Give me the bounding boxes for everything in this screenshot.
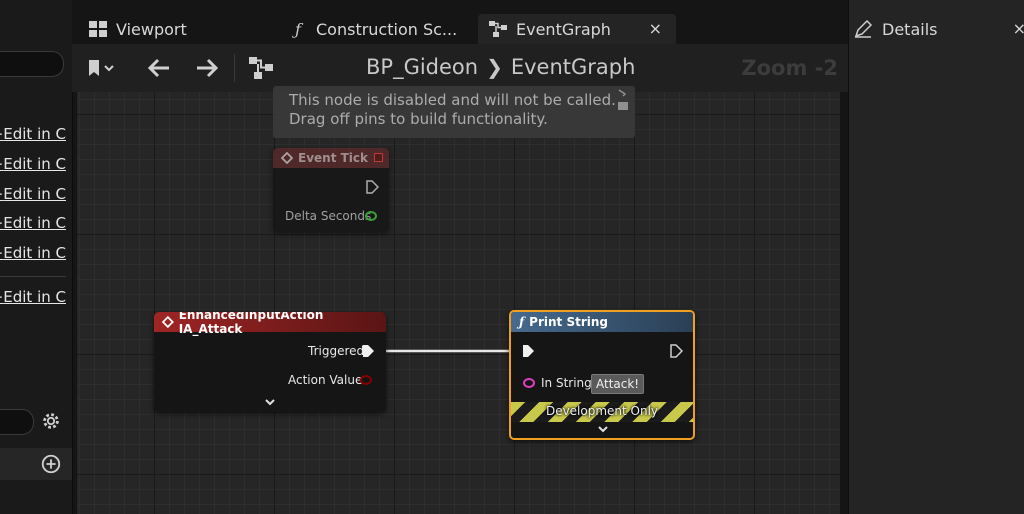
arrow-left-icon: [147, 58, 169, 78]
function-icon: ƒ: [519, 315, 525, 329]
pin-icon[interactable]: [615, 88, 631, 112]
close-icon[interactable]: ×: [649, 19, 662, 38]
breadcrumb-graph[interactable]: EventGraph: [511, 55, 636, 79]
tab-label: Construction Sc...: [316, 19, 458, 39]
pin-label: Triggered: [308, 344, 365, 358]
function-icon: ƒ: [295, 19, 301, 39]
tab-construction-script[interactable]: ƒ Construction Sc...: [278, 14, 468, 44]
chevron-right-icon: ❯: [486, 55, 503, 79]
tab-details[interactable]: Details ×: [848, 14, 1024, 44]
arrow-right-icon: [197, 58, 219, 78]
node-title: Print String: [529, 315, 608, 329]
graph-canvas[interactable]: [77, 92, 840, 514]
tab-eventgraph[interactable]: EventGraph ×: [478, 14, 676, 44]
print-string-node[interactable]: ƒ Print String In String Attack! Develop…: [509, 310, 695, 440]
node-title: EnhancedInputAction IA_Attack: [178, 312, 324, 336]
pin-label: Delta Seconds: [285, 209, 372, 223]
breadcrumb-blueprint[interactable]: BP_Gideon: [366, 55, 478, 79]
node-header: Event Tick: [273, 148, 389, 168]
edit-in-cpp-link[interactable]: Edit in C++: [0, 125, 66, 143]
graph-hierarchy-button[interactable]: [246, 54, 276, 82]
chevron-down-icon[interactable]: [597, 425, 609, 435]
pin-label: In String: [541, 376, 592, 390]
viewport-icon: [88, 19, 108, 39]
in-string-field[interactable]: Attack!: [591, 374, 645, 394]
graph-icon: [488, 19, 508, 39]
disabled-node-tooltip: This node is disabled and will not be ca…: [273, 86, 635, 138]
pencil-icon: [854, 20, 874, 38]
event-icon: [281, 152, 293, 164]
left-search-input[interactable]: [0, 51, 64, 77]
exec-wire: [370, 349, 520, 353]
graph-icon: [249, 57, 273, 79]
development-only-label: Development Only: [545, 404, 659, 418]
exec-input-pin[interactable]: [521, 344, 535, 358]
bookmark-dropdown[interactable]: [82, 54, 122, 82]
bookmark-icon: [89, 60, 114, 76]
event-icon: [162, 316, 174, 328]
breadcrumb: BP_Gideon ❯ EventGraph: [366, 55, 635, 79]
edit-in-cpp-link[interactable]: Edit in C++: [0, 244, 66, 262]
gear-icon[interactable]: [40, 410, 62, 432]
node-header: EnhancedInputAction IA_Attack: [154, 312, 386, 336]
graph-toolbar: BP_Gideon ❯ EventGraph Zoom -2: [72, 44, 848, 92]
back-button[interactable]: [144, 54, 174, 82]
pin-label: Action Value: [288, 373, 363, 387]
exec-output-pin[interactable]: [365, 180, 379, 194]
tooltip-line: This node is disabled and will not be ca…: [289, 91, 616, 109]
exec-output-pin[interactable]: [361, 344, 375, 358]
edit-in-cpp-link[interactable]: Edit in C++: [0, 185, 66, 203]
divider: [234, 54, 235, 82]
float-output-pin[interactable]: [365, 211, 377, 221]
tab-label: Viewport: [116, 19, 187, 39]
node-header: ƒ Print String: [511, 312, 693, 332]
output-delegate-pin[interactable]: [374, 153, 383, 162]
details-panel: [848, 0, 1024, 514]
divider: [0, 276, 66, 277]
tab-label: EventGraph: [516, 19, 611, 39]
edit-in-cpp-link[interactable]: Edit in C++: [0, 288, 66, 306]
details-label: Details: [882, 19, 938, 39]
zoom-level: Zoom -2: [741, 56, 838, 80]
add-icon[interactable]: [40, 453, 62, 475]
edit-in-cpp-link[interactable]: Edit in C++: [0, 155, 66, 173]
close-icon[interactable]: ×: [1013, 19, 1024, 38]
input-action-node[interactable]: EnhancedInputAction IA_Attack Triggered …: [154, 312, 386, 412]
tab-viewport[interactable]: Viewport: [78, 14, 268, 44]
chevron-down-icon[interactable]: [264, 398, 276, 408]
left-panel: Edit in C++ Edit in C++ Edit in C++ Edit…: [0, 0, 73, 514]
bool-output-pin[interactable]: [360, 375, 372, 385]
edit-in-cpp-link[interactable]: Edit in C++: [0, 214, 66, 232]
node-title: Event Tick: [298, 151, 369, 165]
string-input-pin[interactable]: [523, 378, 535, 388]
tooltip-line: Drag off pins to build functionality.: [289, 110, 548, 128]
exec-output-pin[interactable]: [669, 344, 683, 358]
variables-search-input[interactable]: [0, 409, 34, 435]
event-tick-node[interactable]: Event Tick Delta Seconds: [273, 148, 389, 232]
forward-button[interactable]: [192, 54, 222, 82]
tab-bar: Viewport ƒ Construction Sc... EventGraph…: [72, 0, 848, 44]
